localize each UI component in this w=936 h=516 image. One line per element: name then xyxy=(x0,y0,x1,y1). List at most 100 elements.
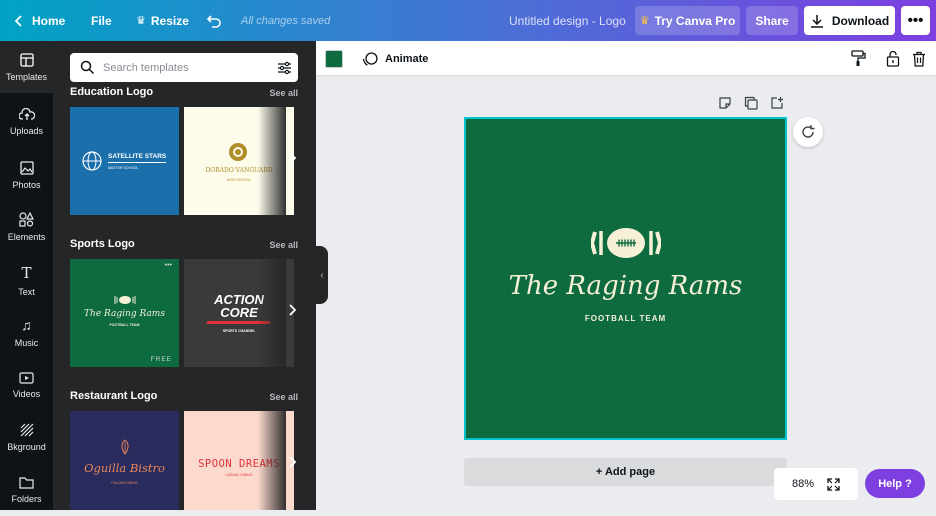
collapse-panel-handle[interactable]: ‹ xyxy=(316,246,328,304)
rail-item-uploads[interactable]: Uploads xyxy=(0,96,53,148)
folder-icon xyxy=(19,477,34,489)
page-refresh-button[interactable] xyxy=(793,117,823,147)
lock-icon xyxy=(886,50,899,67)
tile-logo-sub: ITALIAN DINING xyxy=(111,481,138,485)
rail-label: Uploads xyxy=(9,126,44,136)
share-button[interactable]: Share xyxy=(746,6,798,35)
section-title-sports: Sports Logo xyxy=(70,238,135,250)
download-label: Download xyxy=(831,13,890,28)
top-bar: Home File ♛ Resize All changes saved Unt… xyxy=(0,0,936,41)
tile-logo-sub: MASTER SCHOOL xyxy=(108,166,139,170)
rail-item-folders[interactable]: Folders xyxy=(0,464,53,516)
text-icon: T xyxy=(21,263,32,282)
search-input[interactable] xyxy=(103,61,263,74)
tile-logo-name: The Raging Rams xyxy=(84,309,165,319)
leaf-icon xyxy=(121,439,129,455)
carousel-next-restaurant-button[interactable] xyxy=(288,455,298,474)
carousel-next-sports-button[interactable] xyxy=(288,303,298,322)
zoom-control[interactable]: 88% xyxy=(774,468,858,500)
rail-label: Music xyxy=(14,337,39,348)
chevron-right-icon xyxy=(289,304,297,316)
rail-item-elements[interactable]: Elements xyxy=(0,201,53,253)
music-note-icon: ♫ xyxy=(21,316,32,333)
globe-emblem-icon xyxy=(82,151,102,171)
resize-button[interactable]: ♛ Resize xyxy=(136,0,189,41)
chevron-left-icon: ‹ xyxy=(320,269,324,281)
undo-icon xyxy=(206,14,221,28)
section-title-education: Education Logo xyxy=(70,86,154,98)
rail-label: Videos xyxy=(12,388,41,399)
help-button[interactable]: Help ? xyxy=(865,469,925,498)
file-menu-button[interactable]: File xyxy=(91,0,112,41)
chevron-right-icon xyxy=(289,456,297,468)
more-options-button[interactable]: ••• xyxy=(901,6,930,35)
left-rail: Templates Uploads Photos Elements T Text… xyxy=(0,41,53,510)
search-box[interactable] xyxy=(70,53,298,82)
editor-toolbar: Animate xyxy=(316,41,936,76)
tile-divider xyxy=(108,162,166,163)
file-label: File xyxy=(91,13,112,28)
tile-logo-name: SATELLITE STARS xyxy=(108,153,167,160)
tile-logo-name: Oguilla Bistro xyxy=(84,461,165,475)
design-subtitle[interactable]: FOOTBALL TEAM xyxy=(466,314,785,323)
rotate-icon xyxy=(802,125,815,138)
rail-label: Bkground xyxy=(7,441,46,452)
delete-button[interactable] xyxy=(910,50,927,67)
try-pro-label: Try Canva Pro xyxy=(654,13,736,28)
copy-style-button[interactable] xyxy=(850,50,867,67)
rail-label: Text xyxy=(18,286,35,297)
animate-circles-icon xyxy=(362,51,378,66)
animate-button[interactable]: Animate xyxy=(362,41,428,76)
tile-more-icon[interactable]: ••• xyxy=(165,262,172,269)
rail-item-text[interactable]: T Text xyxy=(0,254,53,306)
see-all-sports-link[interactable]: See all xyxy=(269,240,298,250)
shapes-icon xyxy=(19,212,34,227)
duplicate-page-icon[interactable] xyxy=(744,96,758,110)
filter-sliders-icon[interactable] xyxy=(277,61,292,75)
upload-cloud-icon xyxy=(18,108,35,120)
crown-icon: ♛ xyxy=(639,15,650,27)
more-dots-icon: ••• xyxy=(907,12,924,29)
template-tile-satellite-stars[interactable]: SATELLITE STARS MASTER SCHOOL xyxy=(70,107,179,215)
document-title[interactable]: Untitled design - Logo xyxy=(509,0,626,41)
see-all-education-link[interactable]: See all xyxy=(269,88,298,98)
undo-button[interactable] xyxy=(206,0,222,41)
template-tile-oguilla-bistro[interactable]: Oguilla Bistro ITALIAN DINING xyxy=(70,411,179,510)
design-title[interactable]: The Raging Rams xyxy=(466,271,785,301)
zoom-level[interactable]: 88% xyxy=(792,478,814,490)
page-notes-icon[interactable] xyxy=(718,96,732,110)
section-title-restaurant: Restaurant Logo xyxy=(70,390,158,402)
rail-item-photos[interactable]: Photos xyxy=(0,149,53,201)
carousel-next-education-button[interactable] xyxy=(288,151,298,170)
add-page-icon[interactable] xyxy=(770,96,784,110)
fullscreen-icon[interactable] xyxy=(827,477,840,491)
templates-panel: Education Logo See all SATELLITE STARS M… xyxy=(53,41,316,510)
add-page-button[interactable]: + Add page xyxy=(464,458,787,486)
design-page[interactable]: The Raging Rams FOOTBALL TEAM xyxy=(464,117,787,440)
carousel-fade xyxy=(258,107,286,215)
download-icon xyxy=(810,14,823,28)
download-button[interactable]: Download xyxy=(804,6,895,35)
free-badge: FREE xyxy=(150,356,172,363)
sparkle-crown-icon: ♛ xyxy=(136,15,146,27)
rail-label: Photos xyxy=(12,179,41,190)
template-tile-raging-rams[interactable]: ••• The Raging Rams FOOTBALL TEAM FREE xyxy=(70,259,179,367)
save-status: All changes saved xyxy=(241,14,331,27)
laurel-emblem-icon xyxy=(229,143,247,161)
rail-item-videos[interactable]: Videos xyxy=(0,359,53,411)
rail-label: Templates xyxy=(5,71,48,82)
photo-icon xyxy=(19,160,34,175)
rail-item-templates[interactable]: Templates xyxy=(0,41,53,93)
templates-icon xyxy=(19,52,34,67)
rail-item-music[interactable]: ♫ Music xyxy=(0,306,53,358)
home-button[interactable]: Home xyxy=(12,0,65,41)
see-all-restaurant-link[interactable]: See all xyxy=(269,392,298,402)
rail-label: Elements xyxy=(7,232,46,242)
lock-button[interactable] xyxy=(884,50,901,67)
chevron-left-icon xyxy=(14,14,22,27)
share-label: Share xyxy=(755,13,789,28)
fill-color-swatch[interactable] xyxy=(325,50,343,68)
try-canva-pro-button[interactable]: ♛ Try Canva Pro xyxy=(635,6,740,35)
rail-item-background[interactable]: Bkground xyxy=(0,411,53,463)
carousel-fade xyxy=(258,411,286,510)
